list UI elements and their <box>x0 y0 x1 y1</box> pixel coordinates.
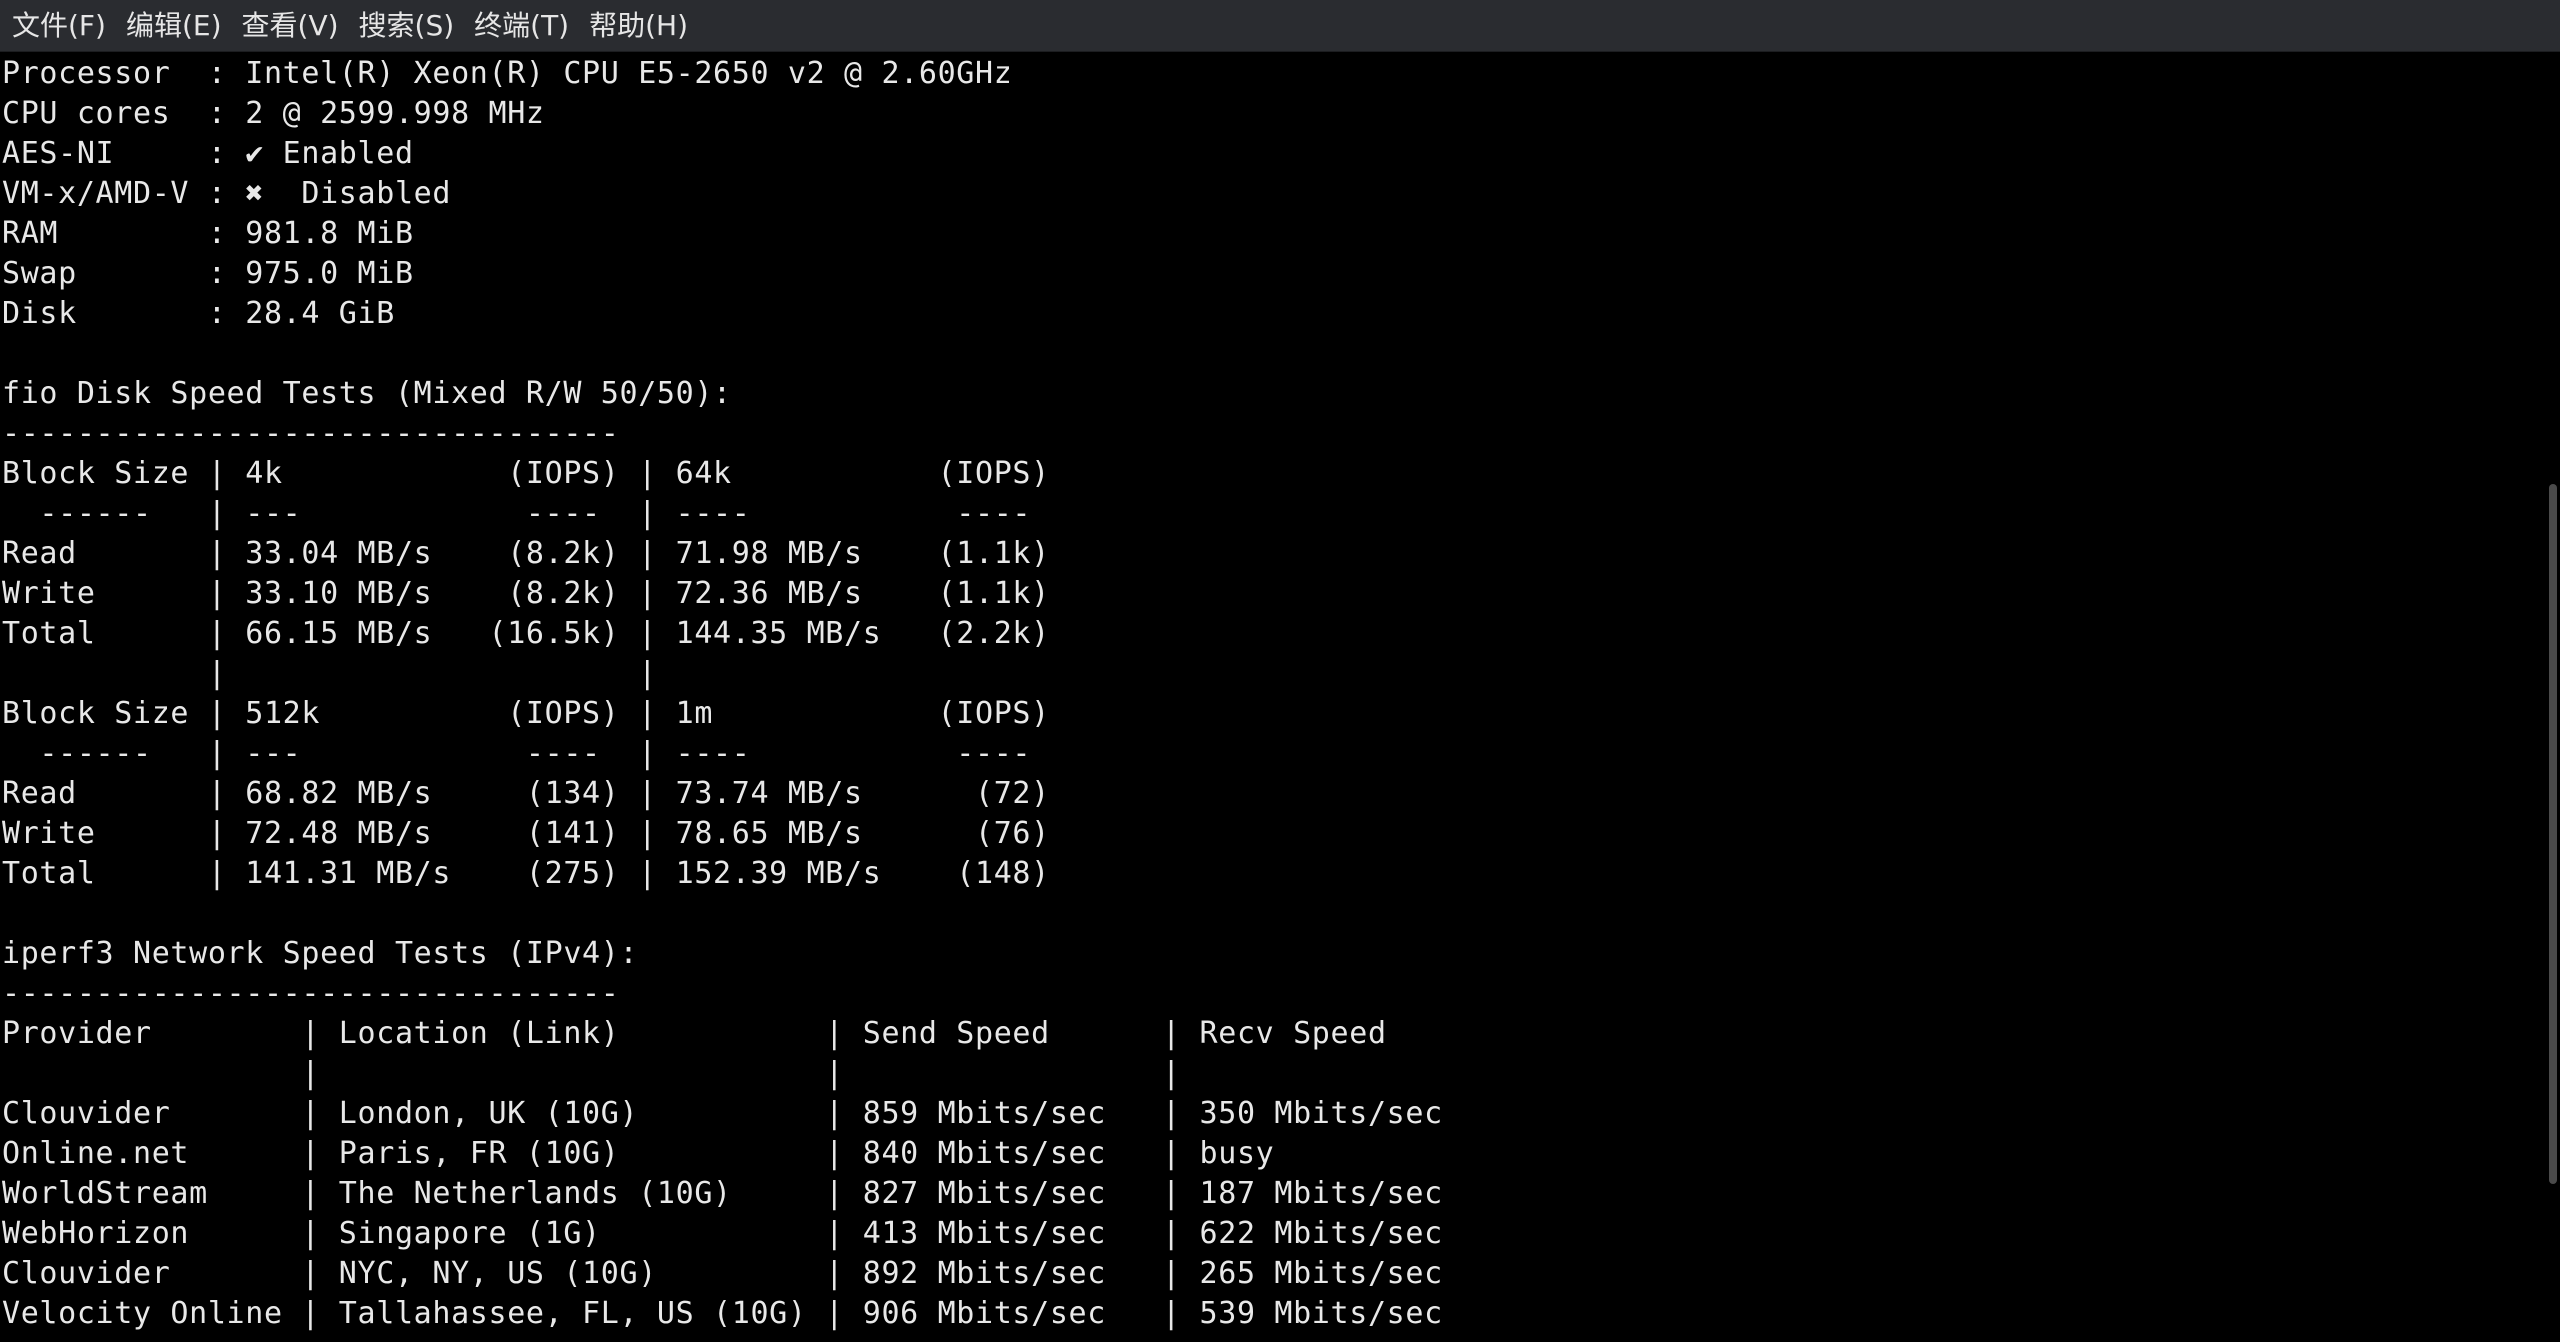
terminal-line-separator: --------------------------------- <box>2 976 620 1011</box>
terminal-output[interactable]: Processor : Intel(R) Xeon(R) CPU E5-2650… <box>0 54 2530 1342</box>
terminal-line-fio-spacer: | | <box>2 656 657 691</box>
terminal-line-vmx: VM-x/AMD-V : ✖ Disabled <box>2 176 452 211</box>
terminal-line-processor: Processor : Intel(R) Xeon(R) CPU E5-2650… <box>2 56 1013 91</box>
terminal-line-fio-divider-1: ------ | --- ---- | ---- ---- <box>2 496 1032 531</box>
terminal-line-iperf-title: iperf3 Network Speed Tests (IPv4): <box>2 936 639 971</box>
menu-edit[interactable]: 编辑(E) <box>118 0 230 52</box>
terminal-line-iperf-header: Provider | Location (Link) | Send Speed … <box>2 1016 1387 1051</box>
menu-file[interactable]: 文件(F) <box>4 0 114 52</box>
terminal-line-fio-title: fio Disk Speed Tests (Mixed R/W 50/50): <box>2 376 732 411</box>
terminal-line-aes-ni: AES-NI : ✔ Enabled <box>2 136 414 171</box>
terminal-line-fio-total-1: Total | 66.15 MB/s (16.5k) | 144.35 MB/s… <box>2 616 1050 651</box>
terminal-line-fio-divider-2: ------ | --- ---- | ---- ---- <box>2 736 1032 771</box>
terminal-line-fio-write-2: Write | 72.48 MB/s (141) | 78.65 MB/s (7… <box>2 816 1050 851</box>
terminal-line-iperf-row: WorldStream | The Netherlands (10G) | 82… <box>2 1176 1443 1211</box>
scrollbar-thumb[interactable] <box>2549 484 2557 1184</box>
terminal-line-fio-write-1: Write | 33.10 MB/s (8.2k) | 72.36 MB/s (… <box>2 576 1050 611</box>
menu-search[interactable]: 搜索(S) <box>351 0 463 52</box>
terminal-line-cpu-cores: CPU cores : 2 @ 2599.998 MHz <box>2 96 545 131</box>
terminal-line-iperf-row: Velocity Online | Tallahassee, FL, US (1… <box>2 1296 1443 1331</box>
terminal-line-iperf-row: Online.net | Paris, FR (10G) | 840 Mbits… <box>2 1136 1275 1171</box>
terminal-line-fio-header-1: Block Size | 4k (IOPS) | 64k (IOPS) <box>2 456 1050 491</box>
terminal-line-iperf-row: Clouvider | London, UK (10G) | 859 Mbits… <box>2 1096 1443 1131</box>
terminal-line-iperf-row: WebHorizon | Singapore (1G) | 413 Mbits/… <box>2 1216 1443 1251</box>
menu-bar: 文件(F) 编辑(E) 查看(V) 搜索(S) 终端(T) 帮助(H) <box>0 0 2560 52</box>
menu-terminal[interactable]: 终端(T) <box>466 0 577 52</box>
terminal-line-ram: RAM : 981.8 MiB <box>2 216 414 251</box>
terminal-line-swap: Swap : 975.0 MiB <box>2 256 414 291</box>
terminal-line-iperf-row: Clouvider | NYC, NY, US (10G) | 892 Mbit… <box>2 1256 1443 1291</box>
terminal-line-fio-total-2: Total | 141.31 MB/s (275) | 152.39 MB/s … <box>2 856 1050 891</box>
terminal-line-disk: Disk : 28.4 GiB <box>2 296 395 331</box>
terminal-line-fio-header-2: Block Size | 512k (IOPS) | 1m (IOPS) <box>2 696 1050 731</box>
terminal-line-fio-read-2: Read | 68.82 MB/s (134) | 73.74 MB/s (72… <box>2 776 1050 811</box>
terminal-line-fio-read-1: Read | 33.04 MB/s (8.2k) | 71.98 MB/s (1… <box>2 536 1050 571</box>
terminal-scrollbar[interactable] <box>2530 54 2560 1342</box>
terminal-line-iperf-spacer: | | | <box>2 1056 1181 1091</box>
terminal-line-separator: --------------------------------- <box>2 416 620 451</box>
menu-view[interactable]: 查看(V) <box>234 0 347 52</box>
menu-help[interactable]: 帮助(H) <box>581 0 696 52</box>
